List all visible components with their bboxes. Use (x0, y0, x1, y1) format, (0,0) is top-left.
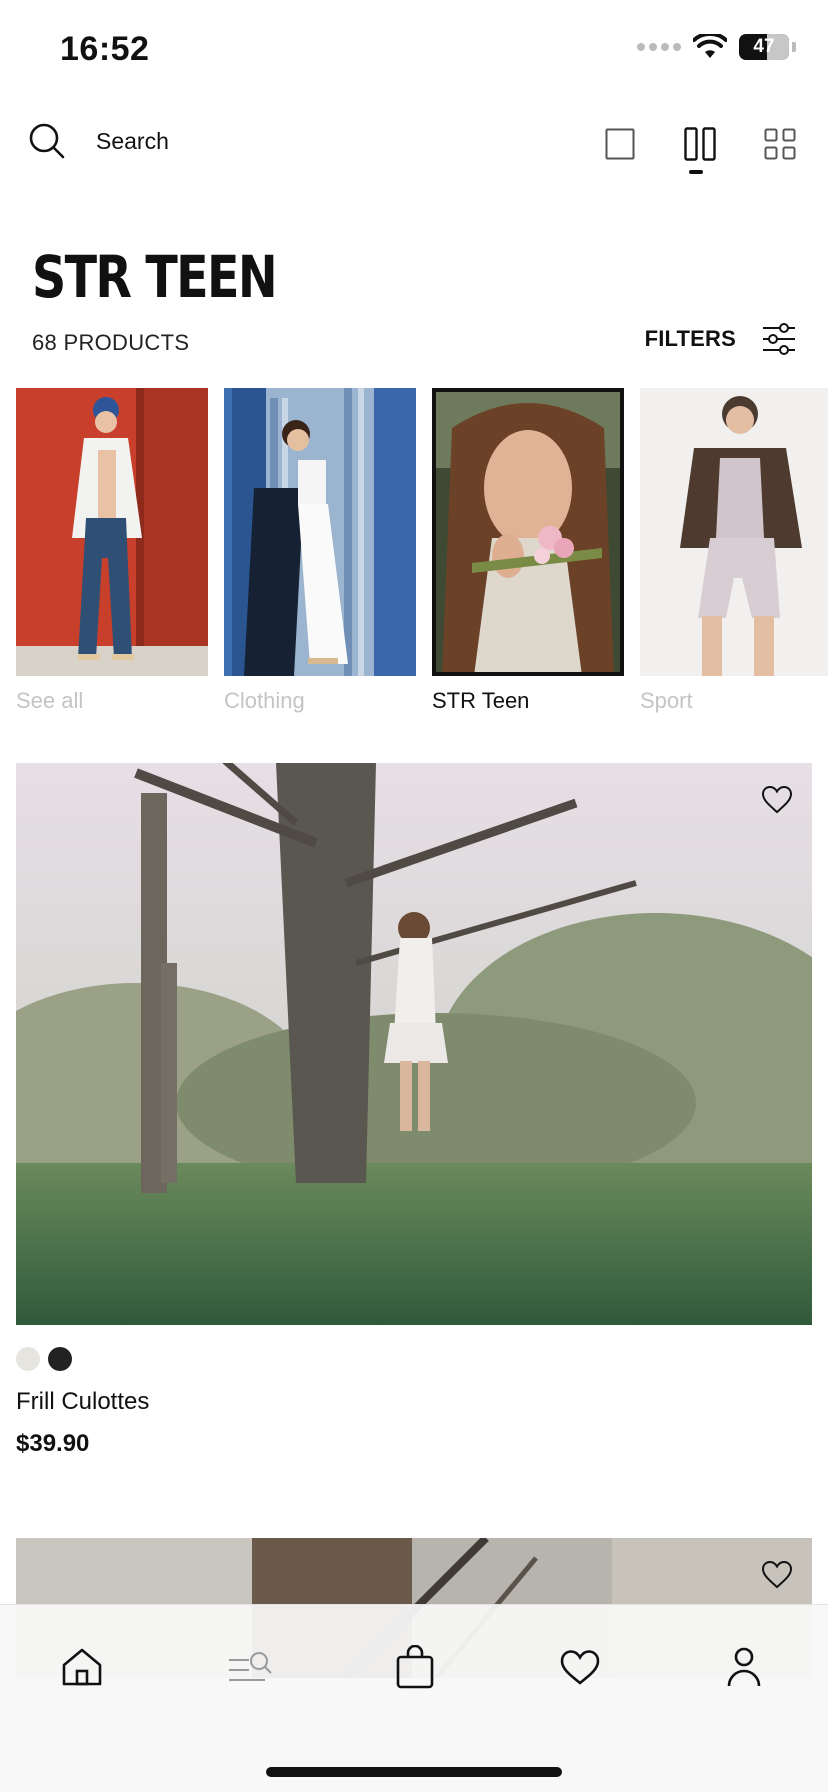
status-time: 16:52 (60, 30, 150, 68)
single-view-icon (605, 128, 635, 160)
product-name[interactable]: Frill Culottes (16, 1388, 149, 1416)
category-sport[interactable]: Sport (640, 388, 828, 714)
status-bar: 16:52 47 (0, 0, 828, 100)
category-carousel[interactable]: See all Clothing STR Teen Sport (16, 388, 828, 718)
category-image (432, 388, 624, 676)
page-title: STR TEEN (32, 243, 278, 311)
wifi-icon (693, 34, 727, 58)
category-label: Clothing (224, 688, 305, 713)
category-image (640, 388, 828, 676)
nav-home[interactable] (56, 1641, 108, 1693)
battery-level: 47 (753, 36, 775, 57)
search-label: Search (96, 127, 169, 154)
home-icon (62, 1648, 102, 1686)
view-grid-button[interactable] (760, 124, 800, 164)
heart-icon (761, 785, 793, 814)
category-label: Sport (640, 688, 693, 713)
profile-icon (727, 1647, 761, 1687)
product-image[interactable] (16, 763, 812, 1325)
top-toolbar: Search (0, 110, 828, 180)
color-swatch-black[interactable] (48, 1347, 72, 1371)
category-label: See all (16, 688, 84, 713)
bag-icon (396, 1645, 434, 1689)
filters-label: FILTERS (644, 326, 736, 351)
nav-bag[interactable] (389, 1641, 441, 1693)
nav-search-menu[interactable] (224, 1641, 276, 1693)
color-swatches (16, 1347, 72, 1371)
filters-button[interactable]: FILTERS (645, 322, 796, 356)
heart-icon (761, 1560, 793, 1589)
search-menu-icon (229, 1652, 272, 1681)
category-str-teen[interactable]: STR Teen (432, 388, 624, 714)
active-view-indicator (689, 170, 703, 174)
view-single-button[interactable] (600, 124, 640, 164)
view-two-column-button[interactable] (680, 124, 720, 164)
favorite-button[interactable] (760, 783, 794, 817)
bottom-navigation (0, 1604, 828, 1792)
two-column-view-icon (684, 127, 716, 161)
category-clothing[interactable]: Clothing (224, 388, 416, 714)
battery-icon: 47 (739, 34, 789, 60)
favorite-button[interactable] (760, 1558, 794, 1592)
category-see-all[interactable]: See all (16, 388, 208, 714)
search-button[interactable]: Search (28, 122, 169, 160)
status-icons: 47 (637, 34, 796, 60)
category-label: STR Teen (432, 688, 530, 713)
signal-icon (637, 43, 681, 51)
search-icon (29, 123, 65, 159)
nav-profile[interactable] (718, 1641, 770, 1693)
category-image (16, 388, 208, 676)
product-count: 68 PRODUCTS (32, 330, 190, 355)
product-price: $39.90 (16, 1430, 90, 1457)
sliders-icon (763, 323, 795, 355)
heart-icon (560, 1650, 600, 1685)
home-indicator (266, 1767, 562, 1777)
nav-wishlist[interactable] (554, 1641, 606, 1693)
grid-view-icon (764, 128, 796, 160)
category-image (224, 388, 416, 676)
color-swatch-light[interactable] (16, 1347, 40, 1371)
